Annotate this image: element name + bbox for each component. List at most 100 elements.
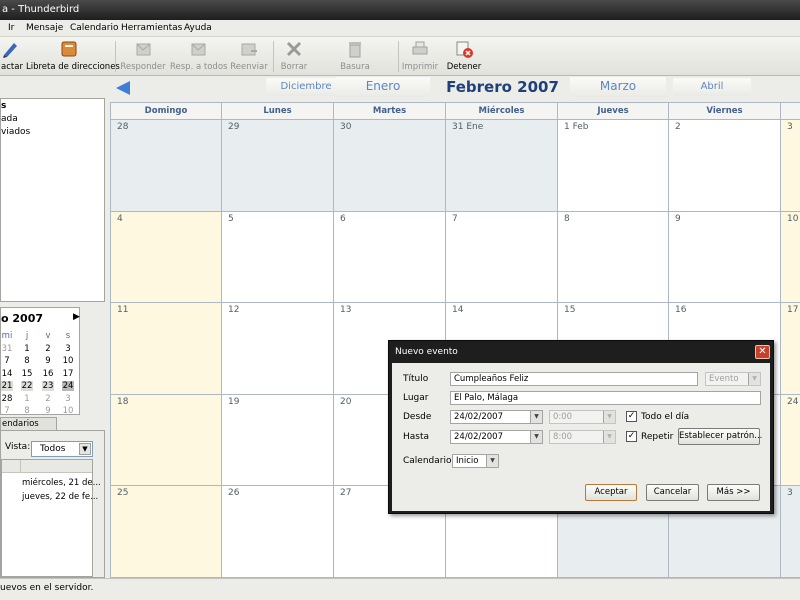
mas-button[interactable]: Más >> — [707, 484, 760, 501]
mini-calendar-day[interactable]: 8 — [21, 356, 33, 366]
day-number: 20 — [340, 397, 352, 407]
mini-calendar-day[interactable]: 1 — [21, 394, 33, 404]
month-tab-abril[interactable]: Abril — [673, 78, 751, 96]
chevron-down-icon[interactable]: ▼ — [530, 411, 542, 423]
month-tab-enero[interactable]: Enero — [336, 77, 430, 97]
mini-calendar-day[interactable]: 23 — [42, 381, 54, 392]
borrar-button[interactable]: Borrar — [276, 39, 312, 74]
lugar-input[interactable]: El Palo, Málaga — [450, 391, 761, 405]
repetir-checkbox[interactable]: ✓ — [626, 431, 637, 442]
calendario-select[interactable]: Inicio ▼ — [452, 454, 499, 468]
aceptar-button[interactable]: Aceptar — [585, 484, 637, 501]
day-cell[interactable]: 3 — [781, 486, 800, 578]
arrow-left-icon[interactable] — [116, 81, 130, 95]
todo-dia-label: Todo el día — [641, 412, 690, 422]
day-cell[interactable]: 4 — [111, 212, 222, 303]
vista-select[interactable]: Todos ▼ — [31, 441, 93, 457]
mini-calendar-day[interactable]: 3 — [62, 344, 74, 354]
day-cell[interactable]: 1 Feb — [558, 120, 669, 212]
day-cell[interactable]: 30 — [334, 120, 446, 212]
day-cell[interactable]: 26 — [222, 486, 334, 578]
menu-ayuda[interactable]: Ayuda — [184, 23, 212, 33]
day-cell[interactable]: 31 Ene — [446, 120, 558, 212]
day-cell[interactable]: 11 — [111, 303, 222, 395]
day-cell[interactable]: 7 — [446, 212, 558, 303]
mini-calendar-day[interactable]: 24 — [62, 381, 74, 392]
day-cell[interactable]: 12 — [222, 303, 334, 395]
day-cell[interactable]: 19 — [222, 395, 334, 486]
menu-calendario[interactable]: Calendario — [70, 23, 118, 33]
mini-calendar-day[interactable]: 22 — [21, 381, 33, 392]
mini-calendar-day[interactable]: 28 — [1, 394, 13, 404]
mini-calendar-day[interactable]: 21 — [1, 381, 13, 392]
resp-todos-button[interactable]: Resp. a todos — [170, 39, 227, 74]
desde-date-value: 24/02/2007 — [454, 412, 503, 422]
mini-calendar-day[interactable]: 9 — [42, 356, 54, 366]
day-cell[interactable]: 25 — [111, 486, 222, 578]
month-tab-diciembre[interactable]: Diciembre — [266, 78, 346, 96]
day-number: 5 — [228, 214, 234, 224]
day-cell[interactable]: 17 — [781, 303, 800, 395]
day-number: 30 — [340, 122, 352, 132]
desde-date-field[interactable]: 24/02/2007 ▼ — [450, 410, 543, 424]
mini-calendar-day[interactable]: 3 — [62, 394, 74, 404]
mini-calendar-day[interactable]: 8 — [21, 406, 33, 416]
mini-calendar-day[interactable]: 2 — [42, 394, 54, 404]
day-cell[interactable]: 28 — [111, 120, 222, 212]
todo-dia-checkbox[interactable]: ✓ — [626, 411, 637, 422]
mini-calendar-day[interactable]: 2 — [42, 344, 54, 354]
day-cell[interactable]: 24 — [781, 395, 800, 486]
day-cell[interactable]: 5 — [222, 212, 334, 303]
mini-calendar-day[interactable]: 14 — [1, 369, 13, 379]
mini-calendar-day[interactable]: 10 — [62, 406, 74, 416]
mini-calendar-day[interactable]: 31 — [1, 344, 13, 354]
mini-calendar-day[interactable]: 15 — [21, 369, 33, 379]
day-number: 26 — [228, 488, 240, 498]
mini-calendar-day[interactable]: 7 — [1, 356, 13, 366]
mini-calendar-day[interactable]: 9 — [42, 406, 54, 416]
mini-calendar-next-button[interactable]: ▶ — [73, 312, 80, 322]
folder-item[interactable]: viados — [1, 127, 30, 137]
basura-button[interactable]: Basura — [333, 39, 377, 74]
day-cell[interactable]: 8 — [558, 212, 669, 303]
mini-calendar-day[interactable]: 10 — [62, 356, 74, 366]
day-cell[interactable]: 29 — [222, 120, 334, 212]
day-header: Martes — [334, 103, 446, 120]
libreta-button[interactable]: Libreta de direcciones — [26, 39, 120, 74]
day-cell[interactable]: 18 — [111, 395, 222, 486]
redactar-button[interactable]: actar — [0, 39, 24, 74]
chevron-down-icon[interactable]: ▼ — [530, 431, 542, 443]
menu-ir[interactable]: Ir — [8, 23, 14, 33]
desde-time-field[interactable]: 0:00 ▼ — [549, 410, 616, 424]
mini-calendar-day[interactable]: 7 — [1, 406, 13, 416]
day-cell[interactable]: 3 — [781, 120, 800, 212]
titulo-input[interactable]: Cumpleaños Feliz — [450, 372, 698, 386]
day-cell[interactable]: 9 — [669, 212, 781, 303]
day-cell[interactable]: 2 — [669, 120, 781, 212]
mini-calendar-day[interactable]: 17 — [62, 369, 74, 379]
mini-calendar-day[interactable]: 16 — [42, 369, 54, 379]
hasta-time-field[interactable]: 8:00 ▼ — [549, 430, 616, 444]
close-icon[interactable]: ✕ — [755, 345, 770, 359]
reenviar-button[interactable]: Reenviar — [229, 39, 269, 74]
responder-button[interactable]: Responder — [120, 39, 166, 74]
list-item[interactable]: miércoles, 21 de... — [22, 478, 101, 488]
imprimir-button[interactable]: Imprimir — [400, 39, 440, 74]
calendars-tab[interactable]: endarios — [0, 417, 57, 430]
detener-button[interactable]: Detener — [446, 39, 482, 74]
establecer-patron-button[interactable]: Establecer patrón... — [678, 428, 762, 445]
cancelar-button[interactable]: Cancelar — [646, 484, 699, 501]
month-tab-marzo[interactable]: Marzo — [570, 77, 666, 97]
menu-mensaje[interactable]: Mensaje — [26, 23, 63, 33]
folder-item[interactable]: s — [1, 101, 6, 111]
menu-herramientas[interactable]: Herramientas — [121, 23, 182, 33]
stop-icon — [454, 39, 474, 59]
tipo-select[interactable]: Evento ▼ — [705, 372, 761, 386]
folder-item[interactable]: ada — [1, 114, 18, 124]
day-cell[interactable]: 6 — [334, 212, 446, 303]
day-cell[interactable]: 10 — [781, 212, 800, 303]
mini-calendar-day[interactable]: 1 — [21, 344, 33, 354]
hasta-date-field[interactable]: 24/02/2007 ▼ — [450, 430, 543, 444]
day-number: 17 — [787, 305, 799, 315]
list-item[interactable]: jueves, 22 de fe... — [22, 492, 98, 502]
